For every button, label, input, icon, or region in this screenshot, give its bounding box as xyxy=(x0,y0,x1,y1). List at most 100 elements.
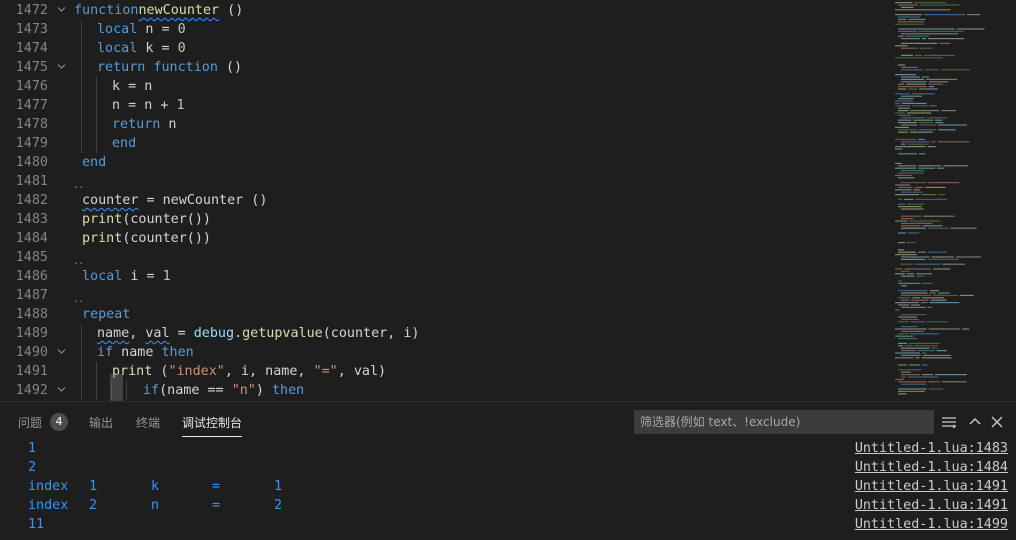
code-line[interactable]: 1473 local n = 0 xyxy=(0,20,890,39)
tab-terminal[interactable]: 终端 xyxy=(136,414,160,431)
chevron-down-icon[interactable] xyxy=(57,5,66,14)
minimap-line xyxy=(912,105,928,107)
minimap-line xyxy=(901,306,926,308)
code-line[interactable]: 1491 print ("index", i, name, "=", val) xyxy=(0,362,890,381)
code-line[interactable]: 1476 k = n xyxy=(0,77,890,96)
minimap-line xyxy=(910,299,929,301)
code-line[interactable]: 1482 counter = newCounter () xyxy=(0,191,890,210)
tab-output[interactable]: 输出 xyxy=(89,414,113,431)
close-icon[interactable] xyxy=(988,413,1006,431)
code-line[interactable]: 1479 end xyxy=(0,134,890,153)
source-link[interactable]: Untitled-1.lua:1491 xyxy=(855,496,1008,515)
code-line[interactable]: 1475 return function () xyxy=(0,58,890,77)
minimap-line xyxy=(938,129,956,131)
code-line[interactable]: 1486 local i = 1 xyxy=(0,267,890,286)
chevron-up-icon[interactable] xyxy=(966,413,984,431)
filter-input[interactable]: 筛选器(例如 text、!exclude) xyxy=(634,410,934,434)
minimap-line xyxy=(901,347,930,349)
code-line[interactable]: 1489 name, val = debug.getupvalue(counter… xyxy=(0,324,890,343)
code-token: , i, name, xyxy=(224,364,314,379)
minimap-line xyxy=(895,328,927,330)
minimap-line xyxy=(918,122,934,124)
minimap-line xyxy=(918,165,942,167)
minimap-line xyxy=(906,242,916,244)
minimap-line xyxy=(916,273,933,275)
chevron-down-icon[interactable] xyxy=(57,347,66,356)
source-link[interactable]: Untitled-1.lua:1499 xyxy=(855,515,1008,534)
minimap-line xyxy=(901,218,914,220)
code-token: , xyxy=(129,326,146,341)
code-line[interactable]: 1480 end xyxy=(0,153,890,172)
tab-debug-console[interactable]: 调试控制台 xyxy=(182,414,243,437)
minimap-line xyxy=(906,112,932,114)
minimap-line xyxy=(901,299,909,301)
code-line[interactable]: 1477 n = n + 1 xyxy=(0,96,890,115)
code-editor[interactable]: 1472 functionnewCounter () 1473 local n = 0… xyxy=(0,0,1016,401)
minimap-line xyxy=(918,153,926,155)
whitespace-dots: .. xyxy=(73,294,84,305)
minimap-line xyxy=(898,369,922,371)
source-link[interactable]: Untitled-1.lua:1491 xyxy=(855,477,1008,496)
minimap-line xyxy=(937,167,945,169)
minimap-line xyxy=(928,182,960,184)
word-wrap-icon[interactable] xyxy=(940,413,958,431)
minimap-slider[interactable] xyxy=(110,374,123,401)
code-token: print xyxy=(82,231,123,246)
code-token: repeat xyxy=(82,307,131,322)
minimap[interactable] xyxy=(893,0,1003,401)
indent-guide xyxy=(81,58,82,77)
code-token: end xyxy=(82,155,107,170)
indent-guide xyxy=(126,381,127,400)
line-number: 1488 xyxy=(15,307,48,322)
code-token: if xyxy=(143,383,160,398)
minimap-line xyxy=(895,74,916,76)
code-line[interactable]: 1478 return n xyxy=(0,115,890,134)
minimap-line xyxy=(955,256,981,258)
code-line[interactable]: 1488 repeat xyxy=(0,305,890,324)
minimap-line xyxy=(929,292,936,294)
minimap-line xyxy=(922,282,933,284)
code-token: getupvalue xyxy=(242,326,323,341)
code-line[interactable]: 1490 if name then xyxy=(0,343,890,362)
chevron-down-icon[interactable] xyxy=(57,385,66,394)
code-token: 0 xyxy=(177,41,186,56)
minimap-line xyxy=(921,194,937,196)
code-token: 1 xyxy=(162,269,171,284)
code-line[interactable]: 1483 print(counter()) xyxy=(0,210,890,229)
vertical-scrollbar[interactable] xyxy=(1003,0,1016,401)
code-line[interactable]: 1481.. xyxy=(0,172,890,191)
minimap-line xyxy=(901,141,930,143)
tab-problems[interactable]: 问题 xyxy=(18,414,42,431)
minimap-line xyxy=(898,165,917,167)
minimap-line xyxy=(921,357,952,359)
code-token: () xyxy=(217,60,243,75)
minimap-line xyxy=(901,294,931,296)
minimap-line xyxy=(937,141,970,143)
code-token: = xyxy=(169,326,194,341)
minimap-line xyxy=(898,381,927,383)
chevron-down-icon[interactable] xyxy=(57,62,66,71)
minimap-line xyxy=(921,38,927,40)
source-link[interactable]: Untitled-1.lua:1484 xyxy=(855,458,1008,477)
code-token: val xyxy=(145,326,170,341)
code-token: end xyxy=(112,136,137,151)
code-line[interactable]: 1492 if(name == "n") then xyxy=(0,381,890,400)
code-line[interactable]: 1484 print(counter()) xyxy=(0,229,890,248)
code-line[interactable]: 1472 functionnewCounter () xyxy=(0,1,890,20)
minimap-line xyxy=(901,95,922,97)
minimap-line xyxy=(895,9,951,11)
minimap-line xyxy=(906,273,915,275)
minimap-line xyxy=(923,54,955,56)
minimap-line xyxy=(919,88,938,90)
minimap-line xyxy=(901,376,906,378)
minimap-line xyxy=(901,215,922,217)
code-text: n = n + 1 xyxy=(112,96,185,115)
minimap-line xyxy=(914,345,938,347)
minimap-line xyxy=(898,28,955,30)
code-line[interactable]: 1474 local k = 0 xyxy=(0,39,890,58)
minimap-line xyxy=(960,294,974,296)
code-line[interactable]: 1485.. xyxy=(0,248,890,267)
source-link[interactable]: Untitled-1.lua:1483 xyxy=(855,439,1008,458)
minimap-line xyxy=(901,182,927,184)
code-line[interactable]: 1487.. xyxy=(0,286,890,305)
